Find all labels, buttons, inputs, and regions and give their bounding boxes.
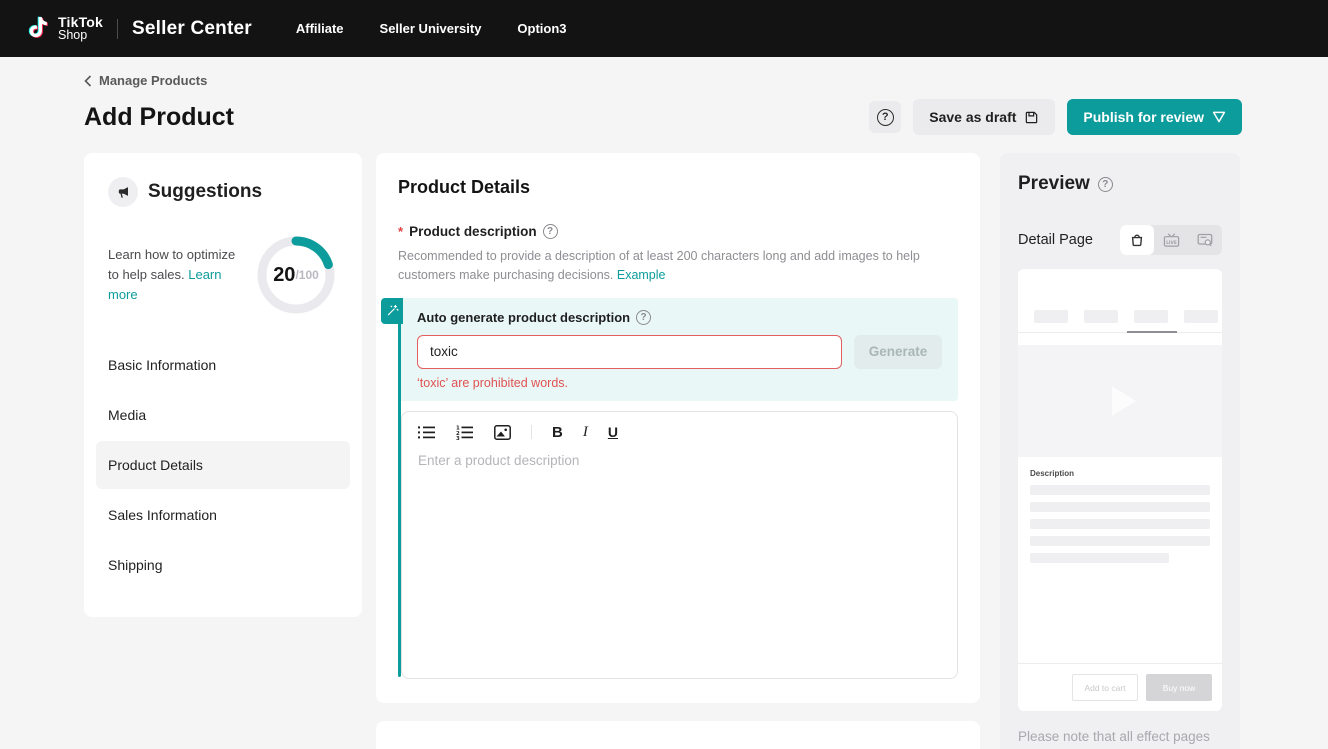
- magic-wand-icon: [381, 298, 403, 324]
- example-link[interactable]: Example: [617, 268, 666, 282]
- bold-icon[interactable]: B: [552, 424, 563, 441]
- suggestions-nav: Basic Information Media Product Details …: [84, 341, 362, 589]
- text-placeholder-line: [1030, 502, 1210, 512]
- sidebar-item-product-details[interactable]: Product Details: [96, 441, 350, 489]
- score-value: 20: [273, 264, 295, 287]
- product-description-label: Product description: [409, 224, 537, 239]
- autogen-accent-bar: [398, 298, 401, 677]
- product-details-title: Product Details: [398, 177, 958, 198]
- top-header: TikTok Shop Seller Center Affiliate Sell…: [0, 0, 1328, 57]
- detail-page-mockup: Description Add to cart Buy now: [1018, 269, 1222, 711]
- help-button[interactable]: ?: [869, 101, 901, 133]
- autogen-keywords-input[interactable]: [417, 335, 842, 369]
- sidebar-item-media[interactable]: Media: [96, 391, 350, 439]
- product-description-helper: Recommended to provide a description of …: [398, 247, 946, 286]
- megaphone-icon: [108, 177, 138, 207]
- editor-toolbar: 123 B I U: [402, 412, 957, 449]
- live-preview-icon[interactable]: LIVE: [1154, 225, 1188, 255]
- text-placeholder-line: [1030, 485, 1210, 495]
- italic-icon[interactable]: I: [583, 424, 588, 441]
- preview-title: Preview: [1018, 173, 1090, 195]
- nav-item-seller-university[interactable]: Seller University: [380, 21, 482, 36]
- header-divider: [117, 19, 118, 39]
- preview-mode-switcher: LIVE: [1120, 225, 1222, 255]
- toolbar-divider: [531, 425, 532, 439]
- publish-dropdown-icon: [1212, 111, 1226, 123]
- mockup-description-section: Description: [1018, 457, 1222, 563]
- autogen-help-icon[interactable]: ?: [636, 310, 651, 325]
- generate-button[interactable]: Generate: [854, 335, 942, 369]
- page-title: Add Product: [84, 103, 234, 132]
- preview-panel: Preview ? Detail Page LIVE: [1000, 153, 1240, 749]
- description-editor-body[interactable]: Enter a product description: [402, 449, 957, 649]
- suggestions-title: Suggestions: [148, 181, 262, 203]
- page-actions: ? Save as draft Publish for review: [869, 99, 1242, 135]
- search-result-preview-icon[interactable]: [1188, 225, 1222, 255]
- svg-text:3: 3: [456, 436, 460, 440]
- mockup-tab-placeholder: [1034, 310, 1068, 323]
- mockup-description-label: Description: [1030, 469, 1210, 478]
- back-icon: [84, 75, 92, 87]
- score-progress-ring: 20/100: [254, 233, 338, 317]
- tiktok-note-icon: [24, 15, 50, 43]
- autogen-error-message: ‘toxic’ are prohibited words.: [417, 376, 942, 390]
- mockup-footer: Add to cart Buy now: [1018, 663, 1222, 711]
- suggestions-description: Learn how to optimize to help sales. Lea…: [108, 245, 236, 305]
- save-icon: [1024, 110, 1039, 125]
- text-placeholder-line: [1030, 519, 1210, 529]
- detail-page-bag-icon[interactable]: [1120, 225, 1154, 255]
- logo-wordmark: TikTok Shop: [58, 15, 103, 43]
- insert-image-icon[interactable]: [494, 425, 511, 440]
- mockup-tab-placeholder: [1184, 310, 1218, 323]
- nav-item-option3[interactable]: Option3: [517, 21, 566, 36]
- sales-information-card: Sales Information: [376, 721, 980, 749]
- preview-help-icon[interactable]: ?: [1098, 177, 1113, 192]
- play-icon: [1112, 386, 1136, 416]
- text-placeholder-line: [1030, 553, 1169, 563]
- product-details-card: Product Details * Product description ? …: [376, 153, 980, 703]
- save-as-draft-button[interactable]: Save as draft: [913, 99, 1055, 135]
- sidebar-item-shipping[interactable]: Shipping: [96, 541, 350, 589]
- mockup-active-tab-indicator: [1127, 331, 1177, 333]
- sidebar-item-sales-information[interactable]: Sales Information: [96, 491, 350, 539]
- required-asterisk: *: [398, 224, 403, 239]
- live-label: LIVE: [1166, 240, 1177, 246]
- underline-icon[interactable]: U: [608, 424, 618, 440]
- mockup-video-area: [1018, 345, 1222, 457]
- text-placeholder-line: [1030, 536, 1210, 546]
- publish-for-review-label: Publish for review: [1083, 109, 1204, 125]
- autogen-label: Auto generate product description: [417, 310, 630, 325]
- breadcrumb-label: Manage Products: [99, 73, 207, 88]
- suggestions-panel: Suggestions Learn how to optimize to hel…: [84, 153, 362, 617]
- tiktok-shop-logo[interactable]: TikTok Shop: [24, 15, 103, 43]
- detail-page-label: Detail Page: [1018, 232, 1093, 248]
- mockup-tabs: [1018, 269, 1222, 333]
- mockup-tab-placeholder: [1084, 310, 1118, 323]
- sidebar-item-basic-information[interactable]: Basic Information: [96, 341, 350, 389]
- autogen-section: Auto generate product description ? Gene…: [401, 298, 958, 401]
- bullet-list-icon[interactable]: [418, 425, 436, 440]
- score-total: /100: [295, 268, 318, 282]
- nav-item-affiliate[interactable]: Affiliate: [296, 21, 344, 36]
- product-description-help-icon[interactable]: ?: [543, 224, 558, 239]
- publish-for-review-button[interactable]: Publish for review: [1067, 99, 1242, 135]
- seller-center-title[interactable]: Seller Center: [132, 18, 252, 40]
- header-nav: Affiliate Seller University Option3: [296, 21, 567, 36]
- save-as-draft-label: Save as draft: [929, 109, 1016, 125]
- preview-disclaimer: Please note that all effect pages are pr…: [1018, 727, 1222, 749]
- mockup-tab-placeholder: [1134, 310, 1168, 323]
- numbered-list-icon[interactable]: 123: [456, 425, 474, 440]
- help-icon: ?: [877, 109, 894, 126]
- description-editor: 123 B I U Enter a product description: [401, 411, 958, 679]
- mockup-add-to-cart-button: Add to cart: [1072, 674, 1138, 701]
- breadcrumb[interactable]: Manage Products: [84, 73, 207, 88]
- mockup-buy-now-button: Buy now: [1146, 674, 1212, 701]
